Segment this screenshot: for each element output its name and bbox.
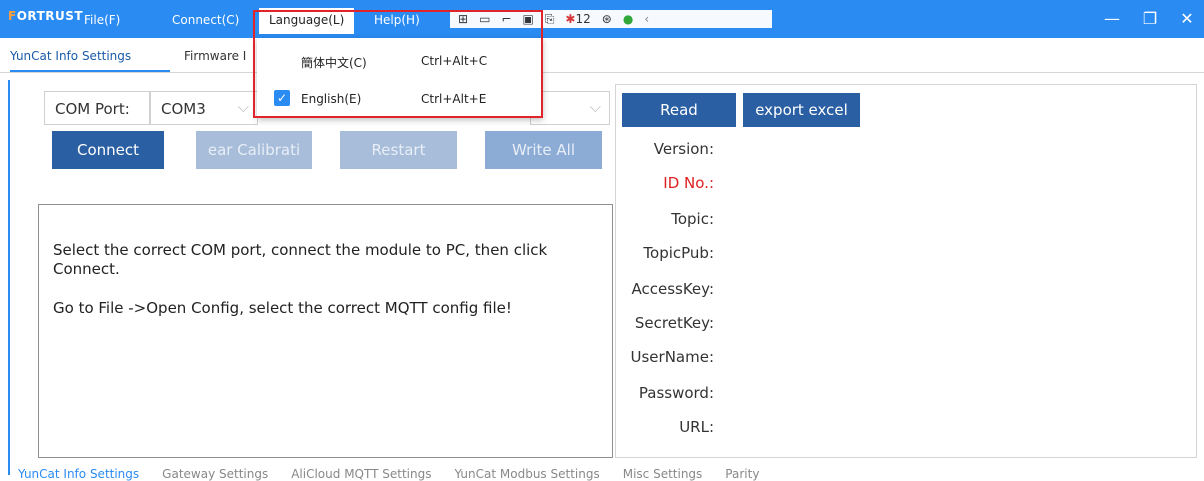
message-config: Go to File ->Open Config, select the cor…: [53, 299, 512, 317]
highlight-box: [253, 10, 543, 118]
field-topicpub: TopicPub:: [643, 244, 714, 262]
alert-count: 12: [575, 12, 591, 26]
write-all-button[interactable]: Write All: [485, 131, 602, 169]
read-button[interactable]: Read: [622, 93, 736, 127]
chevron-left-icon[interactable]: ‹: [644, 12, 649, 26]
minimize-icon[interactable]: —: [1095, 8, 1129, 30]
com-port-value: COM3: [161, 100, 206, 118]
restore-icon[interactable]: ❐: [1133, 8, 1167, 30]
alert-icon[interactable]: ✱12: [565, 12, 590, 26]
connect-button[interactable]: Connect: [52, 131, 164, 169]
menu-connect[interactable]: Connect(C): [172, 13, 239, 27]
export-excel-button[interactable]: export excel: [743, 93, 860, 127]
menu-file[interactable]: File(F): [84, 13, 120, 27]
clear-calibration-button[interactable]: ear Calibrati: [196, 131, 312, 169]
close-icon[interactable]: ✕: [1170, 8, 1204, 30]
left-border: [8, 80, 10, 475]
field-password: Password:: [638, 384, 714, 402]
field-id-no: ID No.:: [663, 174, 714, 192]
restart-button[interactable]: Restart: [340, 131, 457, 169]
share-icon[interactable]: ⎘: [545, 12, 555, 27]
field-topic: Topic:: [671, 210, 714, 228]
field-version: Version:: [653, 140, 714, 158]
field-secretkey: SecretKey:: [634, 314, 714, 332]
chevron-down-icon: ⌵: [237, 98, 249, 116]
field-accesskey: AccessKey:: [631, 280, 714, 298]
com-port-label: COM Port:: [44, 91, 150, 125]
brand-text: ORTRUST: [16, 9, 84, 23]
field-url: URL:: [679, 418, 714, 436]
app-logo: FORTRUST: [8, 9, 84, 23]
accessibility-icon[interactable]: ⊛: [602, 12, 612, 26]
message-box: Select the correct COM port, connect the…: [38, 204, 613, 458]
chevron-down-icon: ⌵: [589, 98, 601, 116]
field-username: UserName:: [630, 348, 715, 366]
tab-divider: [0, 72, 1204, 73]
message-connect: Select the correct COM port, connect the…: [53, 241, 548, 278]
com-port-select[interactable]: COM3 ⌵: [150, 91, 258, 125]
check-circle-icon[interactable]: ●: [623, 12, 633, 26]
tab-firmware[interactable]: Firmware I: [184, 49, 246, 63]
tab-yuncat-info-settings[interactable]: YunCat Info Settings: [10, 49, 131, 63]
